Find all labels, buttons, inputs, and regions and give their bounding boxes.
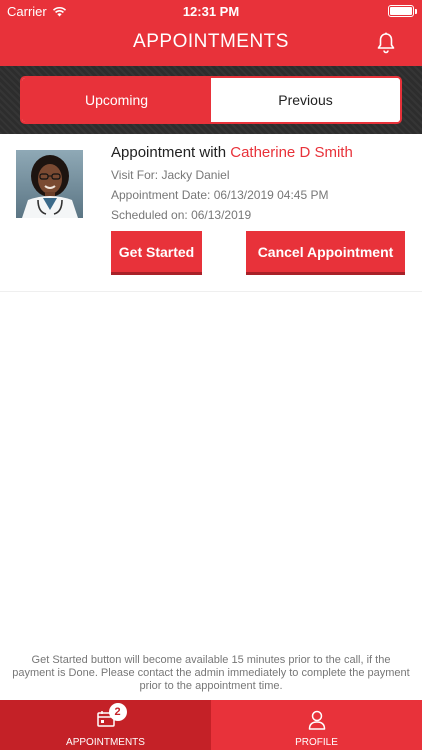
tab-previous[interactable]: Previous	[211, 78, 400, 122]
tab-appointments[interactable]: 2 APPOINTMENTS	[0, 700, 211, 750]
status-time: 12:31 PM	[182, 4, 240, 19]
segment-bar: Upcoming Previous	[0, 66, 422, 134]
battery-fill	[390, 7, 412, 15]
doctor-photo	[16, 150, 83, 218]
status-bar: Carrier 12:31 PM	[0, 0, 422, 22]
page-title: APPOINTMENTS	[133, 31, 289, 52]
bell-icon	[377, 32, 395, 54]
cancel-appointment-button[interactable]: Cancel Appointment	[246, 231, 405, 275]
user-icon	[308, 710, 325, 730]
appointments-badge: 2	[108, 703, 127, 721]
app-header: Carrier 12:31 PM APPOINTMENTS	[0, 0, 422, 66]
tab-upcoming[interactable]: Upcoming	[22, 78, 211, 122]
get-started-button[interactable]: Get Started	[111, 231, 202, 275]
visit-for: Visit For: Jacky Daniel	[111, 168, 230, 182]
payment-notice: Get Started button will become available…	[12, 654, 410, 692]
battery-icon	[388, 5, 417, 17]
scheduled-on: Scheduled on: 06/13/2019	[111, 208, 252, 222]
doctor-name[interactable]: Catherine D Smith	[230, 144, 353, 161]
appointment-date: Appointment Date: 06/13/2019 04:45 PM	[111, 188, 329, 202]
tab-appointments-label: APPOINTMENTS	[66, 737, 145, 748]
doctor-avatar	[16, 150, 83, 218]
notifications-button[interactable]	[374, 30, 398, 56]
bottom-tab-bar: 2 APPOINTMENTS PROFILE	[0, 700, 422, 750]
appointment-title-prefix: Appointment with	[111, 144, 231, 161]
appointment-card: Appointment with Catherine D Smith Visit…	[0, 134, 422, 292]
appointments-segmented-control: Upcoming Previous	[20, 76, 402, 124]
tab-profile[interactable]: PROFILE	[211, 700, 422, 750]
tab-profile-label: PROFILE	[295, 737, 338, 748]
appointment-title: Appointment with Catherine D Smith	[111, 144, 353, 161]
